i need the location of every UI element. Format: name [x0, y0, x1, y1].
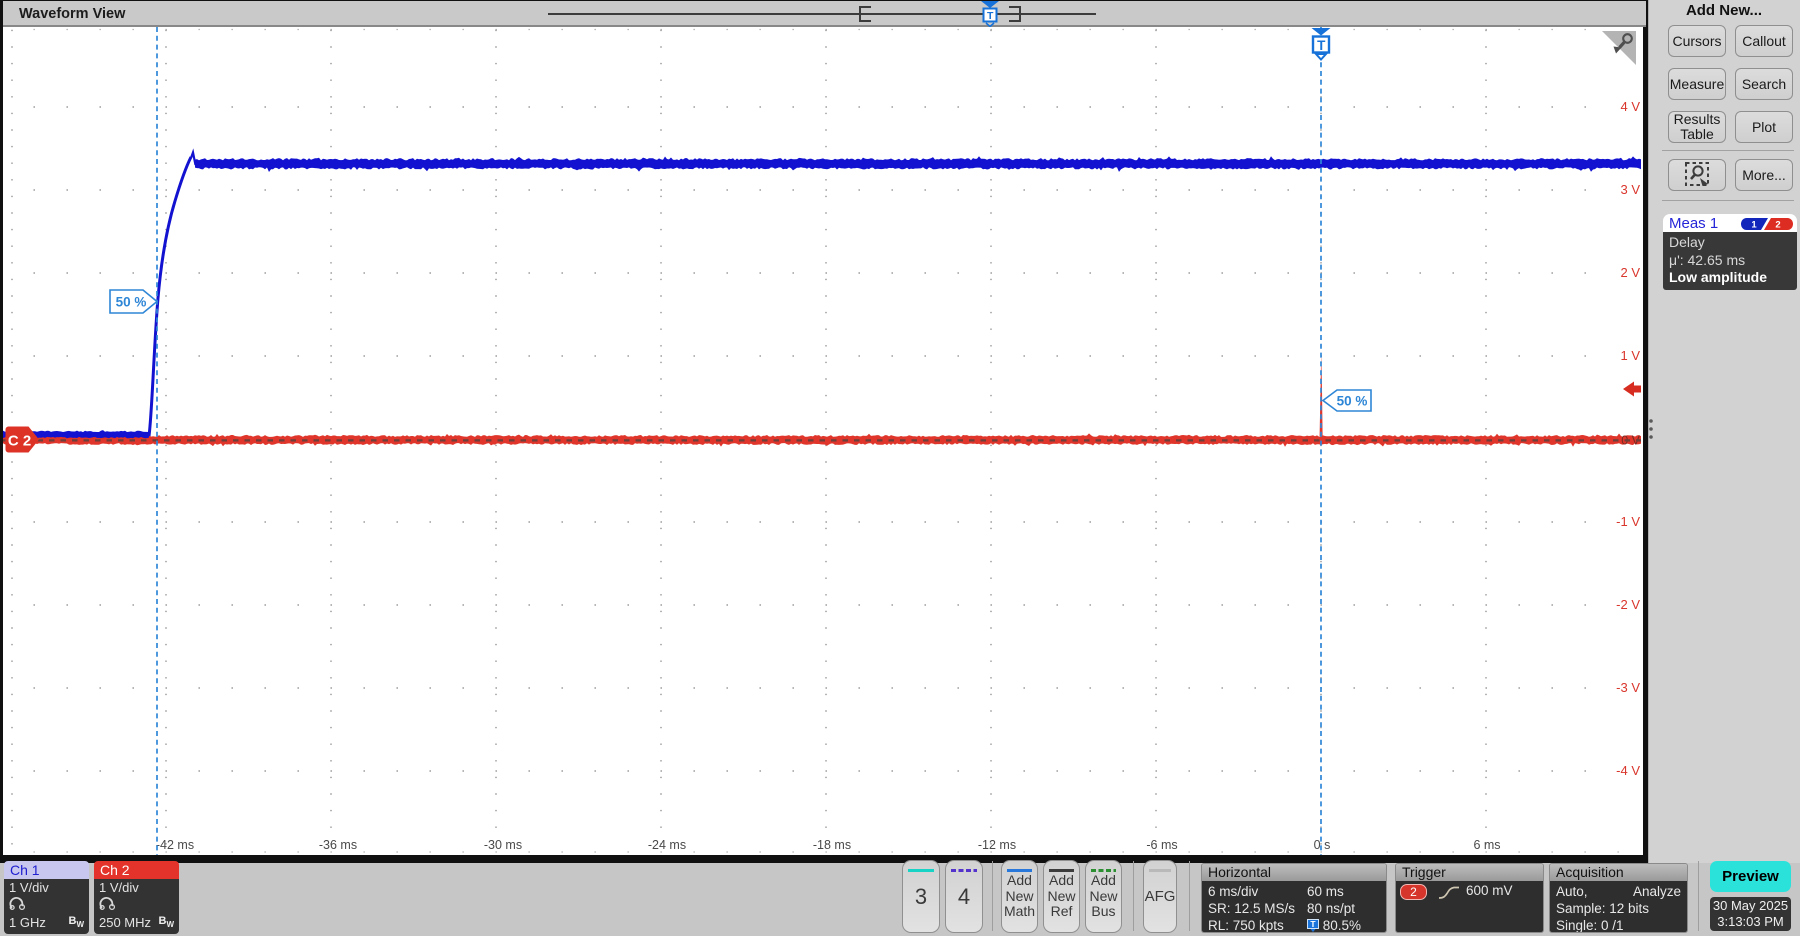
svg-text:2: 2 — [1775, 220, 1780, 231]
svg-text:C 2: C 2 — [8, 433, 31, 450]
svg-text:6 ms: 6 ms — [1473, 838, 1500, 852]
svg-text:1 V: 1 V — [1620, 348, 1640, 363]
svg-text:-24 ms: -24 ms — [648, 838, 686, 852]
svg-text:-12 ms: -12 ms — [978, 838, 1016, 852]
svg-text:-3 V: -3 V — [1616, 680, 1640, 695]
svg-text:-36 ms: -36 ms — [319, 838, 357, 852]
svg-text:-42 ms: -42 ms — [156, 838, 194, 852]
svg-text:T: T — [987, 10, 994, 22]
svg-text:-30 ms: -30 ms — [484, 838, 522, 852]
svg-text:50 %: 50 % — [116, 295, 147, 310]
svg-text:4 V: 4 V — [1620, 99, 1640, 114]
svg-text:-1 V: -1 V — [1616, 514, 1640, 529]
svg-text:-2 V: -2 V — [1616, 597, 1640, 612]
svg-text:-18 ms: -18 ms — [813, 838, 851, 852]
svg-text:3 V: 3 V — [1620, 182, 1640, 197]
svg-text:T: T — [1317, 38, 1326, 53]
svg-text:-4 V: -4 V — [1616, 763, 1640, 778]
svg-text:-6 ms: -6 ms — [1146, 838, 1177, 852]
svg-text:0 s: 0 s — [1314, 838, 1331, 852]
svg-text:1: 1 — [1751, 220, 1757, 231]
svg-text:2 V: 2 V — [1620, 265, 1640, 280]
svg-text:50 %: 50 % — [1337, 394, 1368, 409]
svg-text:T: T — [1310, 919, 1316, 929]
